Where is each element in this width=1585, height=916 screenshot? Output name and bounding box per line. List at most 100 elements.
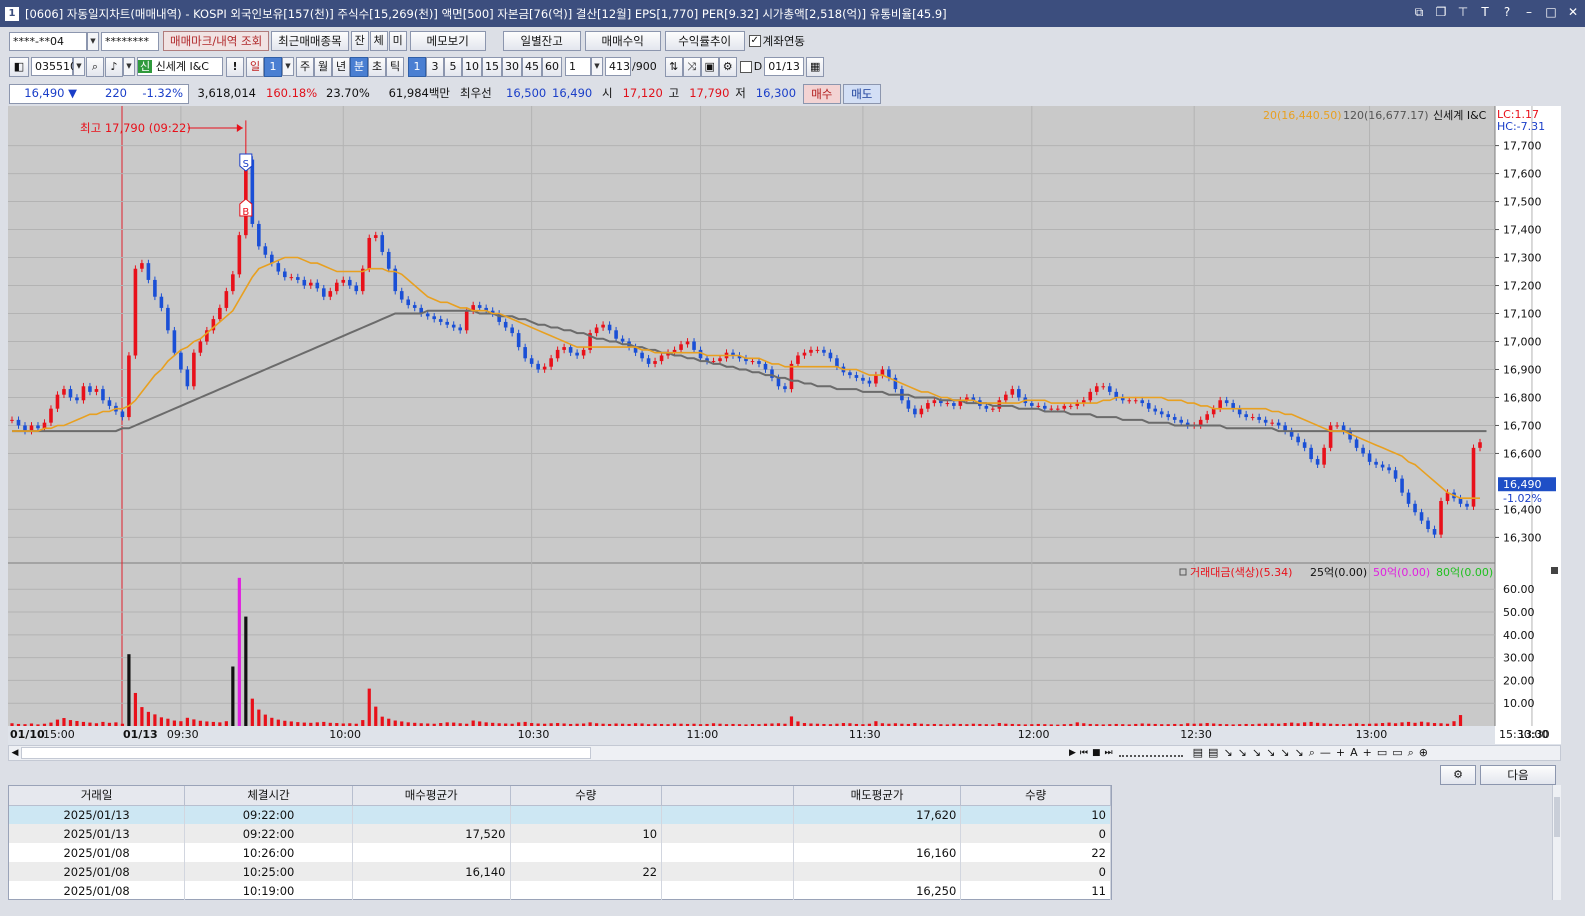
drawing-tools-icon[interactable]: ▤▤↘↘↘↘↘↘⌕—+A+▭▭⌕⊕ [1193, 746, 1433, 760]
column-header[interactable]: 수량 [960, 786, 1111, 806]
table-row[interactable]: 2025/01/08 10:19:00 16,250 11 [9, 881, 1111, 900]
buy-button[interactable]: 매수 [802, 83, 841, 104]
column-header[interactable]: 매수평균가 [352, 786, 511, 806]
code-dropdown-icon[interactable]: ▼ [73, 57, 85, 76]
interval-3[interactable]: 3 [426, 56, 444, 77]
recent-stocks-button[interactable]: 최근매매종목 [271, 31, 349, 51]
volume-bar [88, 722, 92, 726]
grid-settings-gear-icon[interactable]: ⚙ [1440, 765, 1476, 785]
help-icon[interactable]: ? [1499, 4, 1515, 20]
memo-view-button[interactable]: 메모보기 [409, 31, 486, 51]
speaker-icon[interactable]: ♪ [105, 56, 123, 77]
custom-interval-dropdown-icon[interactable]: ▼ [591, 57, 603, 76]
table-row[interactable]: 2025/01/08 10:26:00 16,160 22 [9, 843, 1111, 862]
first-page-icon[interactable]: ⏮ [1080, 748, 1088, 758]
volume-bar [504, 723, 508, 726]
column-header[interactable]: 수량 [510, 786, 663, 806]
volume-bar [1264, 723, 1268, 726]
column-header[interactable] [661, 786, 794, 806]
volume-panel-menu-icon[interactable] [1551, 567, 1558, 574]
minimize-icon[interactable]: – [1521, 4, 1537, 20]
last-page-icon[interactable]: ⏭ [1105, 748, 1113, 758]
chart-type-icon[interactable]: ⇅ [664, 56, 683, 77]
stop-icon[interactable]: ■ [1092, 748, 1101, 758]
alert-icon[interactable]: ! [226, 56, 244, 77]
candle [828, 352, 833, 359]
interval-1[interactable]: 1 [408, 56, 426, 77]
interval-15[interactable]: 15 [482, 56, 502, 77]
search-icon[interactable]: ⌕ [86, 56, 104, 77]
password-input[interactable]: ******** [101, 31, 159, 51]
period-day-label[interactable]: 일 [246, 56, 264, 77]
bar-count-input[interactable]: 413 [605, 57, 631, 76]
maximize-icon[interactable]: □ [1543, 4, 1559, 20]
tab-minute[interactable]: 분 [350, 56, 368, 77]
volume-bar [1095, 724, 1099, 726]
cascade-icon[interactable]: ❐ [1433, 4, 1449, 20]
table-row[interactable]: 2025/01/13 09:22:00 17,520 10 0 [9, 824, 1111, 843]
daily-balance-button[interactable]: 일별잔고 [502, 31, 581, 51]
column-header[interactable]: 거래일 [9, 786, 186, 806]
compare-icon[interactable]: ⤨ [682, 56, 701, 77]
interval-5[interactable]: 5 [444, 56, 462, 77]
period-dropdown-icon[interactable]: ▼ [282, 57, 294, 76]
settings-gear-icon[interactable]: ⚙ [718, 56, 737, 77]
return-trend-button[interactable]: 수익률추이 [664, 31, 745, 51]
close-icon[interactable]: ✕ [1565, 4, 1581, 20]
interval-10[interactable]: 10 [462, 56, 482, 77]
period-value[interactable]: 1 [264, 56, 282, 77]
tab-year[interactable]: 년 [332, 56, 350, 77]
date-input[interactable]: 01/13 [764, 57, 805, 76]
interval-30[interactable]: 30 [502, 56, 522, 77]
candle [159, 296, 164, 308]
calendar-icon[interactable]: ▦ [806, 56, 825, 77]
tab-second[interactable]: 초 [368, 56, 386, 77]
filled-button[interactable]: 체 [369, 31, 388, 51]
table-row[interactable]: 2025/01/08 10:25:00 16,140 22 0 [9, 862, 1111, 881]
volume-legend-25: 25억(0.00) [1310, 566, 1367, 579]
current-price-label: 16,490 [1503, 478, 1542, 491]
scroll-right-icon[interactable]: ▶ [1069, 748, 1076, 758]
candle [172, 330, 177, 353]
balance-button[interactable]: 잔 [350, 31, 369, 51]
save-icon[interactable]: ▣ [700, 56, 719, 77]
stock-code-input[interactable]: 035510 [31, 57, 77, 76]
trade-profit-button[interactable]: 매매수익 [584, 31, 661, 51]
account-dropdown-icon[interactable]: ▼ [87, 31, 99, 51]
scroll-left-icon[interactable]: ◀ [9, 748, 21, 758]
grid-scrollbar[interactable] [1552, 785, 1561, 900]
stock-name-field[interactable]: 신 신세계 I&C [137, 57, 223, 76]
grid-scroll-thumb[interactable] [1554, 797, 1560, 837]
chart-scrollbar[interactable]: ◀ ▶ ⏮ ■ ⏭ ▤▤↘↘↘↘↘↘⌕—+A+▭▭⌕⊕ [8, 745, 1561, 761]
column-header[interactable]: 매도평균가 [793, 786, 962, 806]
account-input[interactable]: ****-**04 [9, 31, 87, 51]
tab-month[interactable]: 월 [314, 56, 332, 77]
next-button[interactable]: 다음 [1480, 765, 1556, 785]
pin-icon[interactable]: ⊤ [1455, 4, 1471, 20]
time-axis-label: 10:00 [329, 728, 361, 741]
font-icon[interactable]: T [1477, 4, 1493, 20]
table-row[interactable]: 2025/01/13 09:22:00 17,620 10 [9, 805, 1111, 824]
candle [107, 400, 112, 406]
restore-layout-icon[interactable]: ⧉ [1411, 4, 1427, 20]
speaker-dropdown-icon[interactable]: ▼ [123, 57, 135, 76]
volume-bar [802, 723, 807, 726]
column-header[interactable]: 체결시간 [184, 786, 353, 806]
chart-scroll-thumb[interactable] [21, 747, 591, 759]
panel-icon[interactable]: ◧ [9, 56, 29, 77]
volume-bar [218, 722, 222, 726]
unfilled-button[interactable]: 미 [388, 31, 407, 51]
account-link-checkbox[interactable]: ✓ [748, 35, 761, 47]
candle [42, 422, 47, 429]
candle [692, 341, 696, 350]
date-checkbox[interactable] [739, 60, 752, 73]
interval-60[interactable]: 60 [542, 56, 562, 77]
custom-interval-input[interactable]: 1 [565, 57, 591, 76]
trade-mark-query-button[interactable]: 매매마크/내역 조회 [163, 31, 270, 51]
tab-tick[interactable]: 틱 [386, 56, 404, 77]
sell-button[interactable]: 매도 [842, 83, 881, 104]
zoom-slider[interactable] [1118, 749, 1183, 757]
stock-chart[interactable]: 01/1015:00 01/13 09:30 10:00 10:30 11:00 11:30… [8, 106, 1561, 746]
tab-week[interactable]: 주 [296, 56, 314, 77]
interval-45[interactable]: 45 [522, 56, 542, 77]
